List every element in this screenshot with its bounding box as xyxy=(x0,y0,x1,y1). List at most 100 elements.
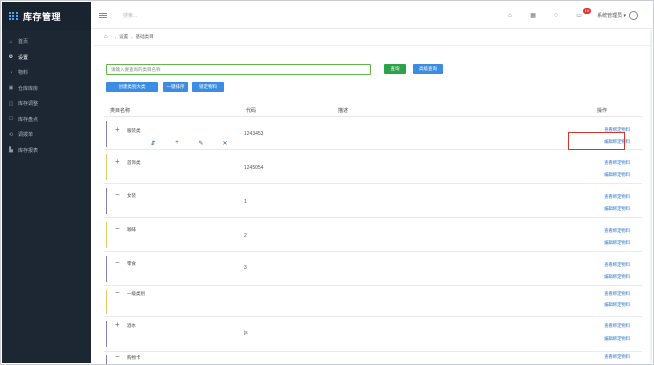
advanced-query-button[interactable]: 高级查询 xyxy=(413,64,443,74)
edit-bound-material-link[interactable]: 编辑绑定物料 xyxy=(604,302,630,308)
sidebar-item-label: 物料 xyxy=(18,70,29,77)
sidebar-item-warehouse[interactable]: ▣ 仓库库房 xyxy=(2,81,91,97)
user-menu[interactable]: 系统管理员 ▾ xyxy=(597,12,626,19)
batch-sort-button[interactable]: 一键排序 xyxy=(163,82,188,92)
row-indicator xyxy=(106,188,107,214)
sidebar-item-label: 首页 xyxy=(18,39,29,46)
header-search-input[interactable]: 搜索... xyxy=(123,12,137,19)
expand-icon[interactable]: + xyxy=(115,158,120,166)
create-category-button[interactable]: 创建类别大类 xyxy=(106,82,158,92)
category-search-input[interactable]: 请输入要查询的类目名称 xyxy=(106,64,371,75)
breadcrumb-separator: › xyxy=(131,34,133,40)
sidebar-item-inventory[interactable]: ☐ 库存盘点 xyxy=(2,112,91,128)
sidebar-item-transfer[interactable]: ⟲ 调拨单 xyxy=(2,127,91,143)
avatar[interactable] xyxy=(629,11,638,20)
edit-bound-material-link[interactable]: 编辑绑定物料 xyxy=(604,240,630,246)
view-bound-material-link[interactable]: 查看绑定物料 xyxy=(604,228,630,234)
lock-material-button[interactable]: 锁定物料 xyxy=(192,82,224,92)
collapse-icon[interactable]: − xyxy=(115,259,120,267)
category-name: 购物卡 xyxy=(127,355,141,360)
sidebar-item-report[interactable]: ▙ 库存报表 xyxy=(2,143,91,159)
row-indicator xyxy=(106,355,107,364)
sidebar-item-settings[interactable]: ⚙ 设置 xyxy=(2,50,91,66)
table-header: 类目名称 代码 描述 操作 xyxy=(104,103,642,117)
sidebar-item-label: 库存调整 xyxy=(18,101,39,108)
row-indicator xyxy=(106,154,107,180)
sort-icon[interactable]: ⇵ xyxy=(149,140,157,147)
sidebar-item-label: 库存盘点 xyxy=(18,116,39,123)
sidebar-item-material[interactable]: ◔ 物料 xyxy=(2,65,91,81)
category-code: 1 xyxy=(244,199,247,205)
warehouse-icon: ▣ xyxy=(8,85,14,92)
breadcrumb-item: 基础类目 xyxy=(135,34,154,39)
collapse-icon[interactable]: − xyxy=(115,225,120,233)
adjust-icon: ◫ xyxy=(8,100,14,107)
category-name: 首饰类 xyxy=(127,160,141,165)
row-indicator xyxy=(106,121,107,147)
brand-title: 库存管理 xyxy=(23,11,62,22)
scrollbar[interactable] xyxy=(650,30,652,363)
edit-bound-material-link[interactable]: 编辑绑定物料 xyxy=(604,172,630,178)
row-indicator xyxy=(106,290,107,314)
table-row: − 咖啡 2 查看绑定物料 编辑绑定物料 xyxy=(104,219,642,252)
table-row: + 酒水 js 查看绑定物料 编辑绑定物料 xyxy=(104,318,642,352)
edit-icon[interactable]: ✎ xyxy=(197,140,205,147)
row-indicator xyxy=(106,321,107,347)
home-icon: ⌂ xyxy=(9,38,13,45)
column-header-code: 代码 xyxy=(246,108,257,114)
column-header-description: 描述 xyxy=(338,108,349,114)
home-icon[interactable]: ⌂ xyxy=(505,11,515,21)
sidebar-item-label: 调拨单 xyxy=(18,132,34,139)
edit-bound-material-link[interactable]: 编辑绑定物料 xyxy=(604,206,630,212)
expand-icon[interactable]: + xyxy=(115,321,120,329)
query-button[interactable]: 查询 xyxy=(384,64,406,74)
apps-grid-icon[interactable] xyxy=(9,11,18,21)
table-row: + 首饰类 1245054 查看绑定物料 编辑绑定物料 xyxy=(104,151,642,184)
column-header-name: 类目名称 xyxy=(110,108,131,114)
message-icon[interactable]: ▭ 10 xyxy=(574,7,592,21)
table-row: − 女装 1 查看绑定物料 编辑绑定物料 xyxy=(104,185,642,218)
sidebar-item-home[interactable]: ⌂ 首页 xyxy=(2,34,91,50)
view-bound-material-link[interactable]: 查看绑定物料 xyxy=(604,291,630,297)
category-name: 一级类别 xyxy=(127,291,145,296)
view-bound-material-link[interactable]: 查看绑定物料 xyxy=(604,354,630,360)
view-bound-material-link[interactable]: 查看绑定物料 xyxy=(604,262,630,268)
add-icon[interactable]: + xyxy=(173,140,181,147)
sidebar-item-label: 仓库库房 xyxy=(18,85,39,92)
category-code: js xyxy=(244,330,248,336)
expand-icon[interactable]: + xyxy=(115,126,120,134)
collapse-icon[interactable]: − xyxy=(115,289,120,297)
category-code: 2 xyxy=(244,233,247,239)
settings-icon: ⚙ xyxy=(8,54,14,61)
home-icon[interactable]: ⌂ xyxy=(104,34,108,40)
row-actions: ⇵ + ✎ ✕ xyxy=(149,140,229,147)
brand: 库存管理 xyxy=(2,2,91,30)
edit-bound-material-link[interactable]: 编辑绑定物料 xyxy=(604,274,630,280)
column-header-actions: 操作 xyxy=(597,108,608,114)
breadcrumb-separator: › xyxy=(114,34,117,40)
table-row: − 购物卡 查看绑定物料 xyxy=(104,352,642,364)
bell-icon[interactable]: ♢ xyxy=(551,11,561,21)
view-bound-material-link[interactable]: 查看绑定物料 xyxy=(604,160,630,166)
divider xyxy=(94,45,650,46)
sidebar: 库存管理 ⌂ 首页 ⚙ 设置 ◔ 物料 ▣ 仓库库房 ◫ 库存调整 ☐ 库存盘点… xyxy=(2,2,91,363)
sidebar-item-label: 设置 xyxy=(18,54,29,61)
header-right: ⌂ ▦ ♢ ▭ 10 系统管理员 ▾ xyxy=(505,2,652,29)
category-code: 1245054 xyxy=(244,165,264,171)
inventory-icon: ☐ xyxy=(8,116,14,123)
breadcrumb: ⌂ › 设置 › 基础类目 xyxy=(104,32,154,42)
sidebar-item-adjust[interactable]: ◫ 库存调整 xyxy=(2,96,91,112)
collapse-icon[interactable]: − xyxy=(115,353,120,361)
category-name: 酒水 xyxy=(127,323,136,328)
breadcrumb-item[interactable]: 设置 xyxy=(119,34,128,40)
hamburger-menu-icon[interactable] xyxy=(99,12,107,18)
view-bound-material-link[interactable]: 查看绑定物料 xyxy=(604,194,630,200)
category-name: 女装 xyxy=(127,193,136,198)
collapse-icon[interactable]: − xyxy=(115,191,120,199)
category-name: 咖啡 xyxy=(127,227,136,232)
delete-icon[interactable]: ✕ xyxy=(221,140,229,147)
view-bound-material-link[interactable]: 查看绑定物料 xyxy=(604,323,630,329)
grid-icon[interactable]: ▦ xyxy=(528,11,538,21)
edit-bound-material-link[interactable]: 编辑绑定物料 xyxy=(604,336,630,342)
table-row: + 服装类 1243453 查看绑定物料 编辑绑定物料 ⇵ + ✎ ✕ xyxy=(104,118,642,150)
